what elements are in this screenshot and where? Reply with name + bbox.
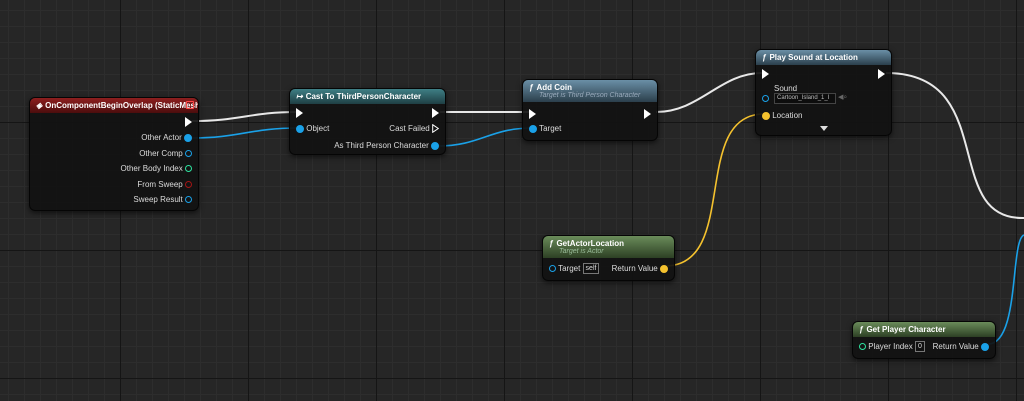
pin-label: Other Comp [139,149,183,158]
sound-asset-dropdown[interactable]: Cartoon_Island_1_I [774,93,836,104]
node-header[interactable]: ƒ GetActorLocation Target is Actor [543,236,674,258]
pin-label: Sweep Result [133,195,183,204]
pin-as-third-person-character[interactable]: As Third Person Character [334,140,439,152]
node-title: GetActorLocation [556,239,625,248]
pin-target[interactable]: Target [529,123,561,135]
pin-return-value[interactable]: Return Value [933,341,989,353]
function-icon: ƒ [529,83,534,92]
pin-label: Target [558,264,581,273]
pin-player-index[interactable]: Player Index 0 [859,341,925,353]
exec-out-pin[interactable] [878,68,885,80]
function-icon: ƒ [549,239,554,248]
exec-arrow-icon [878,68,885,79]
browse-asset-icon[interactable]: ◀⌕ [838,93,847,102]
object-pin-icon[interactable] [762,95,769,102]
pin-label: As Third Person Character [334,141,429,150]
integer-pin-icon [859,343,866,351]
expand-arrow-icon[interactable] [820,126,828,131]
vector-pin-icon [660,264,668,273]
pin-other-comp[interactable]: Other Comp [139,148,192,160]
struct-pin-icon [185,196,192,204]
pin-label: Object [306,124,330,133]
object-wire-cast-addcoin [437,127,533,147]
pin-label: Sound [774,84,798,93]
exec-arrow-icon [185,116,192,127]
exec-in-pin[interactable] [296,107,303,119]
exec-arrow-icon [296,107,303,118]
node-title: Get Player Character [866,325,946,334]
event-node-on-component-begin-overlap[interactable]: ◈ OnComponentBeginOverlap (StaticMesh) Ot… [29,97,199,211]
node-header[interactable]: ◈ OnComponentBeginOverlap (StaticMesh) [30,98,198,113]
delegate-pin-icon[interactable] [186,101,194,109]
object-pin-icon [431,141,439,150]
node-title: OnComponentBeginOverlap (StaticMesh) [45,101,198,110]
pin-label: From Sweep [137,180,183,189]
node-title: Play Sound at Location [769,53,858,62]
exec-out-pin[interactable] [185,116,192,128]
node-title: Add Coin [536,83,572,92]
exec-wire-overlap-cast [191,111,298,122]
exec-in-pin[interactable] [529,108,536,120]
object-pin-icon [549,265,556,273]
node-header[interactable]: ↦ Cast To ThirdPersonCharacter [290,89,445,104]
exec-arrow-icon [644,108,651,119]
function-node-play-sound-at-location[interactable]: ƒ Play Sound at Location Sound Cartoon_Is… [755,49,892,136]
vector-wire-getloc-playsound [664,113,765,267]
function-icon: ƒ [762,53,767,62]
exec-wire-playsound-next [885,72,1024,220]
node-header[interactable]: ƒ Add Coin Target is Third Person Charact… [523,80,657,102]
pin-label: Location [772,111,803,120]
object-pin-icon [185,150,192,158]
exec-out-pin[interactable] [432,107,439,119]
pin-label: Cast Failed [389,124,430,133]
exec-arrow-icon [529,108,536,119]
exec-arrow-icon [762,68,769,79]
player-index-field[interactable]: 0 [914,341,925,353]
pin-sweep-result[interactable]: Sweep Result [133,194,192,206]
pin-other-actor[interactable]: Other Actor [141,132,192,144]
node-header[interactable]: ƒ Play Sound at Location [756,50,891,65]
exec-arrow-icon [432,107,439,118]
vector-pin-icon [762,111,770,120]
pin-location[interactable]: Location [762,110,802,122]
node-subtitle: Target is Actor [559,248,604,255]
function-icon: ƒ [859,325,864,334]
object-pin-icon [529,124,537,133]
pin-label: Return Value [932,342,979,351]
sound-asset-value: Cartoon_Island_1_I [777,95,830,101]
target-default-field[interactable]: self [582,263,600,275]
object-wire-otheractor-cast [190,127,299,139]
pin-from-sweep[interactable]: From Sweep [137,179,192,191]
event-diamond-icon: ◈ [36,101,43,110]
object-pin-icon [184,133,192,142]
cast-icon: ↦ [296,92,303,101]
exec-out-pin[interactable] [644,108,651,120]
pin-label: Player Index [868,342,913,351]
node-title: Cast To ThirdPersonCharacter [305,92,422,101]
pin-label: Other Actor [141,133,182,142]
object-pin-icon [981,342,989,351]
pin-label: Other Body Index [120,164,183,173]
pin-return-value[interactable]: Return Value [612,263,668,275]
node-header[interactable]: ƒ Get Player Character [853,322,995,337]
exec-wire-addcoin-playsound [655,72,763,113]
bool-pin-icon [185,181,192,189]
pin-other-body-index[interactable]: Other Body Index [120,163,192,175]
function-node-add-coin[interactable]: ƒ Add Coin Target is Third Person Charact… [522,79,658,141]
node-subtitle: Target is Third Person Character [539,92,641,99]
object-pin-icon [296,124,304,133]
exec-in-pin[interactable] [762,68,769,80]
cast-node[interactable]: ↦ Cast To ThirdPersonCharacter Object Cas… [289,88,446,155]
exec-hollow-icon [432,124,439,134]
pin-object[interactable]: Object [296,123,329,135]
pure-node-get-player-character[interactable]: ƒ Get Player Character Player Index 0 Ret… [852,321,996,359]
pin-cast-failed[interactable]: Cast Failed [389,123,439,135]
pin-target[interactable]: Target self [549,263,600,275]
pin-label: Target [539,124,562,133]
pure-node-get-actor-location[interactable]: ƒ GetActorLocation Target is Actor Target… [542,235,675,281]
pin-label: Return Value [611,264,658,273]
integer-pin-icon [185,165,192,173]
